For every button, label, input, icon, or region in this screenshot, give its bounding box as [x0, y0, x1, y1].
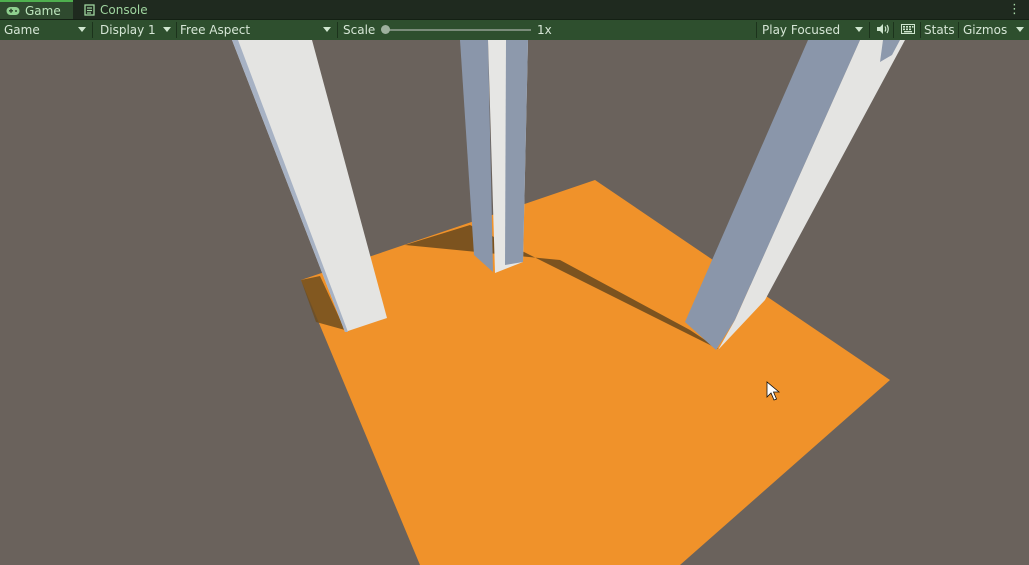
display-label: Display 1: [100, 23, 156, 37]
chevron-down-icon: [78, 27, 86, 32]
scale-value: 1x: [537, 23, 552, 37]
view-select-label: Game: [4, 23, 40, 37]
play-mode-label: Play Focused: [762, 23, 841, 37]
scale-slider-track[interactable]: [385, 29, 531, 31]
gizmos-dropdown[interactable]: Gizmos: [959, 20, 1029, 40]
game-viewport[interactable]: [0, 40, 1029, 565]
chevron-down-icon: [855, 27, 863, 32]
display-dropdown[interactable]: Display 1: [96, 20, 176, 40]
divider: [869, 22, 870, 38]
speaker-icon: [876, 23, 890, 38]
more-options-icon[interactable]: ⋮: [1008, 2, 1021, 17]
tab-game-label: Game: [25, 3, 61, 18]
gamepad-icon: [6, 6, 20, 16]
tab-game[interactable]: Game: [0, 0, 73, 19]
console-icon: [84, 3, 95, 16]
chevron-down-icon: [1016, 27, 1024, 32]
keyboard-icon: [901, 23, 915, 37]
keyboard-shortcuts-button[interactable]: [897, 20, 919, 40]
tab-bar: Game Console ⋮: [0, 0, 1029, 20]
scale-label: Scale: [343, 23, 376, 37]
tab-console-label: Console: [100, 2, 148, 17]
aspect-label: Free Aspect: [180, 23, 251, 37]
chevron-down-icon: [163, 27, 171, 32]
divider: [337, 22, 338, 38]
aspect-dropdown[interactable]: Free Aspect: [176, 20, 336, 40]
divider: [756, 22, 757, 38]
stats-button[interactable]: Stats: [920, 20, 958, 40]
view-select-dropdown[interactable]: Game: [0, 20, 91, 40]
play-mode-dropdown[interactable]: Play Focused: [758, 20, 868, 40]
mute-audio-button[interactable]: [872, 20, 892, 40]
gizmos-label: Gizmos: [963, 23, 1008, 37]
divider: [893, 22, 894, 38]
divider: [92, 22, 93, 38]
tab-console[interactable]: Console: [78, 0, 158, 19]
chevron-down-icon: [323, 27, 331, 32]
scale-slider-handle[interactable]: [381, 25, 390, 34]
